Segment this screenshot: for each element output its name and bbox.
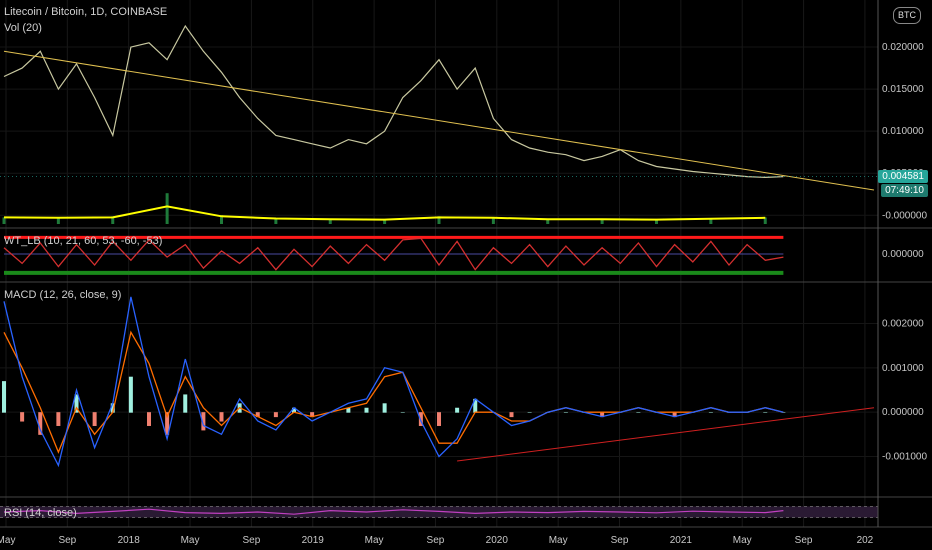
- x-tick-label: 202: [857, 535, 874, 546]
- macd-histogram-bar: [763, 412, 768, 413]
- macd-histogram-bar: [563, 412, 568, 413]
- volume-bar: [56, 218, 60, 224]
- x-axis: May Sep 2018 May Sep 2019 May Sep 2020 May Sep 2021…: [0, 535, 874, 546]
- macd-histogram-bar: [382, 403, 387, 413]
- currency-badge[interactable]: BTC: [893, 7, 921, 24]
- y-tick-label: 0.002000: [882, 318, 924, 329]
- x-tick-label: May: [365, 535, 384, 546]
- x-tick-label: May: [549, 535, 568, 546]
- y-tick-label: 0.000000: [882, 407, 924, 418]
- volume-bar: [328, 219, 332, 224]
- macd-histogram-bar: [219, 412, 224, 422]
- chart-canvas[interactable]: 0.0200000.0150000.0100000.005000-0.00000…: [0, 0, 932, 550]
- macd-panel[interactable]: [2, 296, 875, 468]
- volume-bar: [165, 193, 169, 224]
- vol-label: Vol (20): [4, 22, 42, 34]
- x-tick-label: Sep: [611, 535, 629, 546]
- y-tick-label: -0.001000: [882, 452, 927, 463]
- x-tick-label: 2019: [302, 535, 325, 546]
- x-tick-label: Sep: [795, 535, 813, 546]
- macd-line: [3, 296, 784, 468]
- y-tick-label: 0.020000: [882, 42, 924, 53]
- x-tick-label: 2018: [118, 535, 141, 546]
- y-tick-label: 0.000000: [882, 249, 924, 260]
- grid: [0, 0, 878, 527]
- macd-histogram-bar: [455, 407, 460, 413]
- macd-trendline: [457, 407, 875, 462]
- y-tick-label: 0.001000: [882, 363, 924, 374]
- x-tick-label: 2021: [670, 535, 693, 546]
- macd-histogram-bar: [2, 381, 6, 413]
- macd-label: MACD (12, 26, close, 9): [4, 289, 122, 301]
- x-tick-label: May: [733, 535, 752, 546]
- macd-histogram-bar: [364, 407, 369, 413]
- macd-histogram-bar: [509, 412, 514, 418]
- macd-histogram-bar: [128, 376, 133, 413]
- x-tick-label: 2020: [486, 535, 509, 546]
- rsi-label: RSI (14, close): [4, 507, 77, 519]
- macd-histogram-bar: [147, 412, 151, 426]
- macd-histogram-bar: [183, 394, 188, 413]
- x-tick-label: Sep: [58, 535, 76, 546]
- macd-histogram-bar: [636, 412, 641, 413]
- macd-histogram-bar: [400, 412, 405, 413]
- volume-ma-line: [3, 205, 766, 221]
- y-axis: 0.0200000.0150000.0100000.005000-0.00000…: [882, 42, 927, 462]
- y-tick-label: -0.000000: [882, 210, 927, 221]
- macd-histogram-bar: [20, 412, 25, 422]
- price-panel[interactable]: [0, 24, 878, 191]
- volume-bar: [546, 219, 550, 224]
- y-tick-label: 0.015000: [882, 84, 924, 95]
- macd-histogram-bar: [273, 412, 278, 418]
- x-tick-label: Sep: [427, 535, 445, 546]
- macd-histogram-bar: [708, 412, 713, 413]
- rsi-panel[interactable]: [0, 506, 878, 518]
- countdown-tag: 07:49:10: [881, 184, 928, 197]
- volume-panel[interactable]: [2, 193, 767, 224]
- macd-histogram-bar: [92, 412, 97, 426]
- macd-histogram-bar: [56, 412, 61, 426]
- price-trendline: [3, 50, 875, 191]
- x-tick-label: Sep: [243, 535, 261, 546]
- x-tick-label: May: [181, 535, 200, 546]
- macd-histogram-bar: [437, 412, 441, 426]
- price-line: [3, 24, 784, 179]
- y-tick-label: 0.010000: [882, 126, 924, 137]
- last-price-tag: 0.004581: [878, 170, 928, 183]
- chart-title: Litecoin / Bitcoin, 1D, COINBASE: [4, 6, 168, 18]
- x-tick-label: May: [0, 535, 15, 546]
- wt-label: WT_LB (10, 21, 60, 53, -60, -53): [4, 235, 163, 247]
- macd-histogram-bar: [527, 412, 532, 413]
